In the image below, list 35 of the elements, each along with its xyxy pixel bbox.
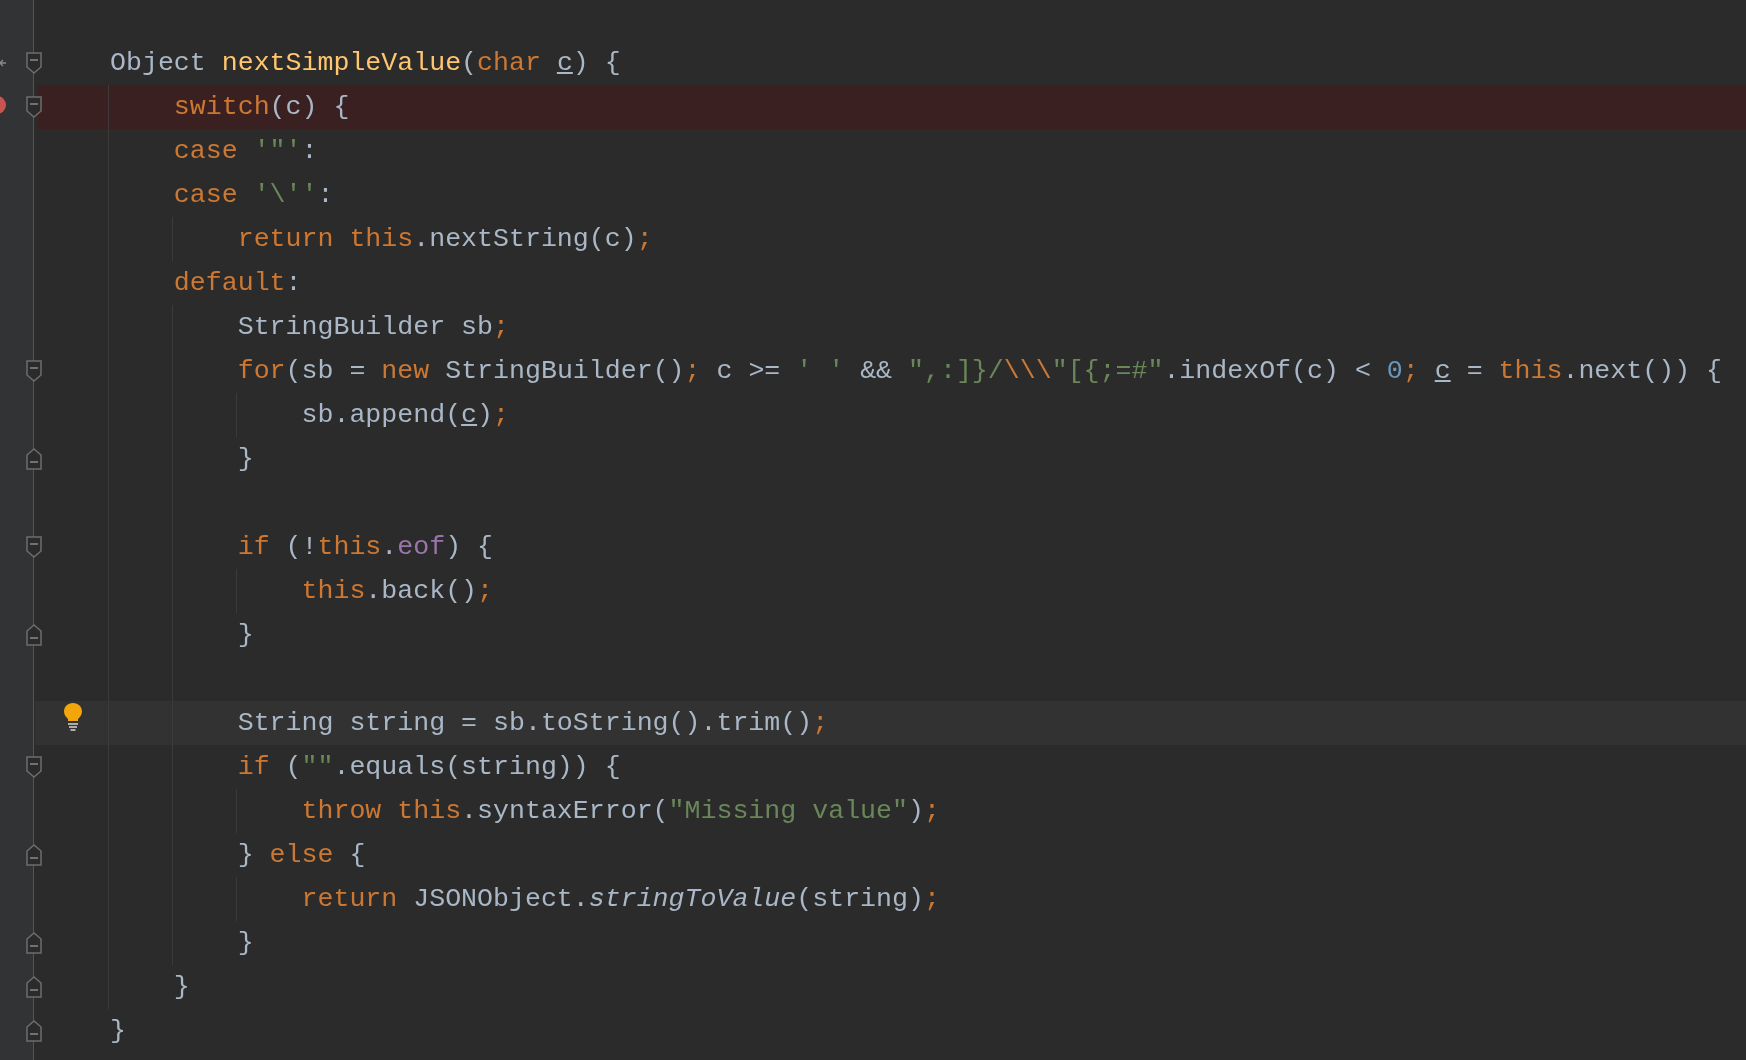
- breakpoint-icon[interactable]: [0, 95, 6, 115]
- fold-collapse-icon[interactable]: [26, 536, 42, 558]
- code-line: switch(c) {: [172, 91, 350, 124]
- code-line: return this.nextString(c);: [236, 223, 653, 256]
- fold-end-icon[interactable]: [26, 932, 42, 954]
- fold-end-icon[interactable]: [26, 1020, 42, 1042]
- code-line: } else {: [236, 839, 366, 872]
- fold-collapse-icon[interactable]: [26, 360, 42, 382]
- code-line: default:: [172, 267, 302, 300]
- code-line: for(sb = new StringBuilder(); c >= ' ' && ",:]}/\\\"[{;=#".indexOf(c) < 0; c = this.next()) {: [236, 355, 1723, 388]
- code-line: throw this.syntaxError("Missing value");: [300, 795, 940, 828]
- fold-end-icon[interactable]: [26, 624, 42, 646]
- lightbulb-icon[interactable]: [63, 702, 83, 732]
- arrow-icon[interactable]: [0, 58, 6, 68]
- fold-collapse-icon[interactable]: [26, 96, 42, 118]
- fold-collapse-icon[interactable]: [26, 52, 42, 74]
- code-line: }: [236, 927, 254, 960]
- code-line: if (!this.eof) {: [236, 531, 494, 564]
- code-line: StringBuilder sb;: [236, 311, 509, 344]
- code-line: Object nextSimpleValue(char c) {: [110, 47, 621, 80]
- code-line: }: [236, 443, 254, 476]
- fold-end-icon[interactable]: [26, 448, 42, 470]
- code-line: if ("".equals(string)) {: [236, 751, 621, 784]
- code-line: case '\'':: [172, 179, 334, 212]
- code-line: case '"':: [172, 135, 318, 168]
- code-line: this.back();: [300, 575, 494, 608]
- fold-end-icon[interactable]: [26, 976, 42, 998]
- fold-end-icon[interactable]: [26, 844, 42, 866]
- code-line: sb.append(c);: [300, 399, 509, 432]
- fold-collapse-icon[interactable]: [26, 756, 42, 778]
- code-line: }: [172, 971, 190, 1004]
- code-line: String string = sb.toString().trim();: [236, 707, 829, 740]
- code-line: }: [236, 619, 254, 652]
- code-line: }: [110, 1015, 126, 1048]
- code-line: return JSONObject.stringToValue(string);: [300, 883, 940, 916]
